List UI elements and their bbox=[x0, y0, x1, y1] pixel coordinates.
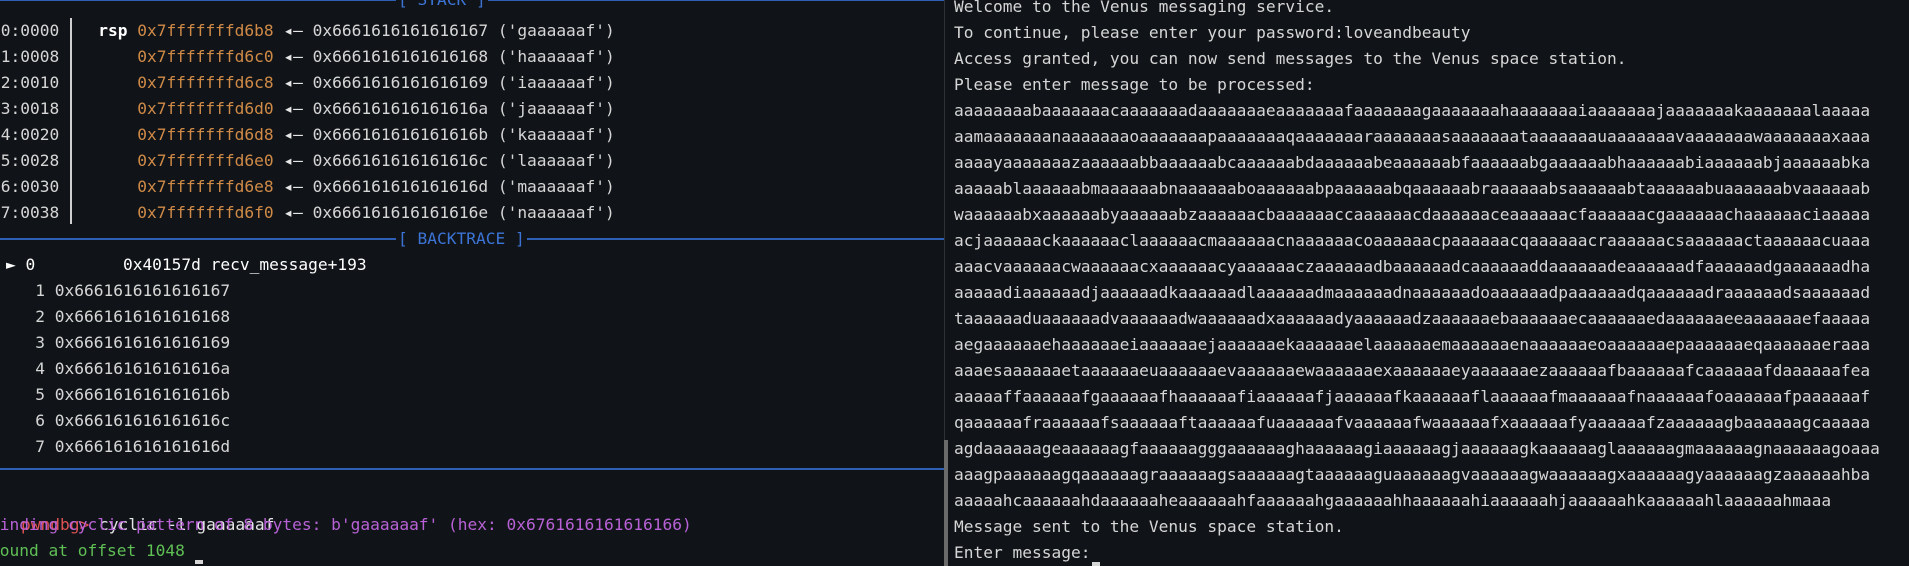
client-output-line: To continue, please enter your password:… bbox=[954, 23, 1471, 42]
stack-row: 03:0018 0x7fffffffd6d0 ◂— 0x666161616161… bbox=[0, 96, 615, 122]
stack-value: 0x666161616161616b ('kaaaaaaf') bbox=[312, 125, 615, 144]
stack-address: 0x7fffffffd6c8 bbox=[137, 73, 274, 92]
stack-value: 0x666161616161616d ('maaaaaaf') bbox=[312, 177, 615, 196]
backtrace-separator: [ BACKTRACE ] bbox=[0, 226, 944, 252]
client-output-line: aaacvaaaaaacwaaaaaacxaaaaaacyaaaaaaczaaa… bbox=[954, 257, 1871, 276]
client-output-line: taaaaaaduaaaaaadvaaaaaadwaaaaaadxaaaaaad… bbox=[954, 309, 1871, 328]
pointer-arrow-icon: ◂— bbox=[283, 125, 303, 144]
stack-value: 0x666161616161616e ('naaaaaaf') bbox=[312, 203, 615, 222]
terminal-cursor bbox=[194, 560, 203, 564]
stack-title: [ STACK ] bbox=[396, 0, 488, 13]
stack-register: rsp bbox=[98, 21, 128, 40]
pointer-arrow-icon: ◂— bbox=[283, 151, 303, 170]
stack-separator: [ STACK ] bbox=[0, 0, 944, 13]
client-output-line: Please enter message to be processed: bbox=[954, 75, 1315, 94]
stack-row: 05:0028 0x7fffffffd6e0 ◂— 0x666161616161… bbox=[0, 148, 615, 174]
debugger-pane[interactable]: [ STACK ] 00:0000 rsp 0x7fffffffd6b8 ◂— … bbox=[0, 0, 944, 566]
client-output-line: aegaaaaaaehaaaaaaeiaaaaaaejaaaaaaekaaaaa… bbox=[954, 335, 1871, 354]
client-terminal-pane[interactable]: Welcome to the Venus messaging service. T… bbox=[944, 0, 1909, 566]
backtrace-frame-current: ► 0 0x40157d recv_message+193 bbox=[6, 255, 367, 274]
stack-address: 0x7fffffffd6f0 bbox=[137, 203, 274, 222]
client-output-line: aaaesaaaaaaetaaaaaaeuaaaaaaevaaaaaaewaaa… bbox=[954, 361, 1871, 380]
stack-offset: 02:0010 bbox=[0, 73, 60, 92]
pointer-arrow-icon: ◂— bbox=[283, 99, 303, 118]
client-output-line: Welcome to the Venus messaging service. bbox=[954, 0, 1335, 16]
backtrace-frame: 3 0x6661616161616169 bbox=[6, 333, 231, 352]
backtrace-frame: 6 0x666161616161616c bbox=[6, 411, 231, 430]
stack-address: 0x7fffffffd6e8 bbox=[137, 177, 274, 196]
backtrace-frame: 5 0x666161616161616b bbox=[6, 385, 231, 404]
client-cursor bbox=[1092, 562, 1101, 566]
client-output-line: aaaayaaaaaaazaaaaaabbaaaaaabcaaaaaabdaaa… bbox=[954, 153, 1871, 172]
stack-offset: 05:0028 bbox=[0, 151, 60, 170]
stack-offset: 07:0038 bbox=[0, 203, 60, 222]
client-output-line: aaaaahcaaaaaahdaaaaaaheaaaaaahfaaaaaahga… bbox=[954, 491, 1832, 510]
stack-offset: 03:0018 bbox=[0, 99, 60, 118]
console-command-line[interactable]: pwndbg> cyclic -l gaaaaaaf bbox=[0, 486, 274, 534]
backtrace-title: [ BACKTRACE ] bbox=[396, 226, 527, 252]
backtrace-frame: 2 0x6661616161616168 bbox=[6, 307, 231, 326]
stack-row: 02:0010 0x7fffffffd6c8 ◂— 0x666161616161… bbox=[0, 70, 615, 96]
client-output-line: aaaaaaaabaaaaaaacaaaaaaadaaaaaaaeaaaaaaa… bbox=[954, 101, 1871, 120]
stack-address: 0x7fffffffd6d0 bbox=[137, 99, 274, 118]
backtrace-frame: 4 0x666161616161616a bbox=[6, 359, 231, 378]
stack-offset: 06:0030 bbox=[0, 177, 60, 196]
stack-address: 0x7fffffffd6b8 bbox=[137, 21, 274, 40]
stack-value: 0x6661616161616168 ('haaaaaaf') bbox=[312, 47, 615, 66]
client-output-line: waaaaaabxaaaaaabyaaaaaabzaaaaaacbaaaaaac… bbox=[954, 205, 1871, 224]
stack-row: 04:0020 0x7fffffffd6d8 ◂— 0x666161616161… bbox=[0, 122, 615, 148]
stack-value: 0x666161616161616c ('laaaaaaf') bbox=[312, 151, 615, 170]
stack-offset: 01:0008 bbox=[0, 47, 60, 66]
client-output-line: Enter message: bbox=[954, 540, 1902, 566]
client-output-line: acjaaaaaackaaaaaaclaaaaaacmaaaaaacnaaaaa… bbox=[954, 231, 1871, 250]
stack-offset: 00:0000 bbox=[0, 21, 60, 40]
client-output-line: Message sent to the Venus space station. bbox=[954, 517, 1344, 536]
pointer-arrow-icon: ◂— bbox=[283, 203, 303, 222]
stack-address: 0x7fffffffd6d8 bbox=[137, 125, 274, 144]
client-output-line: agdaaaaaageaaaaaagfaaaaaagggaaaaaaghaaaa… bbox=[954, 439, 1880, 458]
pointer-arrow-icon: ◂— bbox=[283, 73, 303, 92]
client-output-line: Access granted, you can now send message… bbox=[954, 49, 1627, 68]
stack-address: 0x7fffffffd6e0 bbox=[137, 151, 274, 170]
client-output-line: aaaaadiaaaaaadjaaaaaadkaaaaaadlaaaaaadma… bbox=[954, 283, 1871, 302]
stack-row: 06:0030 0x7fffffffd6e8 ◂— 0x666161616161… bbox=[0, 174, 615, 200]
client-output: Welcome to the Venus messaging service. T… bbox=[954, 0, 1902, 566]
client-output-line: aaaaablaaaaaabmaaaaaabnaaaaaaboaaaaaabpa… bbox=[954, 179, 1871, 198]
stack-value: 0x6661616161616167 ('gaaaaaaf') bbox=[312, 21, 615, 40]
client-output-line: qaaaaaafraaaaaafsaaaaaaftaaaaaafuaaaaaaf… bbox=[954, 413, 1871, 432]
stack-row: 00:0000 rsp 0x7fffffffd6b8 ◂— 0x66616161… bbox=[0, 18, 615, 44]
console-separator bbox=[0, 456, 944, 482]
pointer-arrow-icon: ◂— bbox=[283, 47, 303, 66]
backtrace-frame: 1 0x6661616161616167 bbox=[6, 281, 231, 300]
cyclic-found-line: Found at offset 1048 bbox=[0, 538, 203, 564]
client-output-line: aaaaaffaaaaaafgaaaaaafhaaaaaafiaaaaaafja… bbox=[954, 387, 1871, 406]
client-output-line: aaagpaaaaaagqaaaaaagraaaaaagsaaaaaagtaaa… bbox=[954, 465, 1871, 484]
cyclic-finding-line: Finding cyclic pattern of 8 bytes: b'gaa… bbox=[0, 515, 692, 534]
pointer-arrow-icon: ◂— bbox=[283, 21, 303, 40]
stack-value: 0x666161616161616a ('jaaaaaaf') bbox=[312, 99, 615, 118]
stack-row: 01:0008 0x7fffffffd6c0 ◂— 0x666161616161… bbox=[0, 44, 615, 70]
stack-address: 0x7fffffffd6c0 bbox=[137, 47, 274, 66]
client-output-line: aamaaaaaaanaaaaaaaoaaaaaaapaaaaaaaqaaaaa… bbox=[954, 127, 1871, 146]
stack-row: 07:0038 0x7fffffffd6f0 ◂— 0x666161616161… bbox=[0, 200, 615, 226]
stack-value: 0x6661616161616169 ('iaaaaaaf') bbox=[312, 73, 615, 92]
pointer-arrow-icon: ◂— bbox=[283, 177, 303, 196]
cyclic-found-text: Found at offset 1048 bbox=[0, 541, 185, 560]
stack-offset: 04:0020 bbox=[0, 125, 60, 144]
